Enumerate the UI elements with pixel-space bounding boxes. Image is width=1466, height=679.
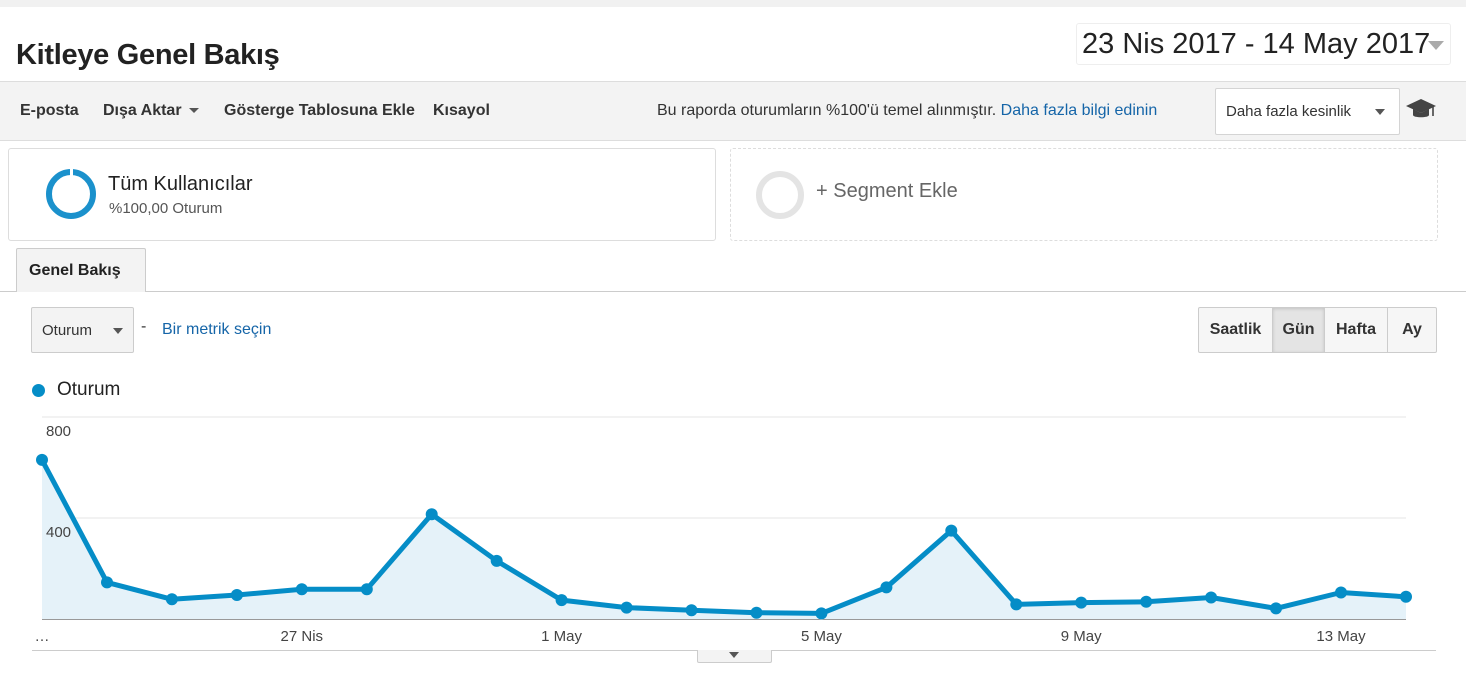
- tab-divider: [0, 291, 1466, 292]
- data-point[interactable]: [230, 589, 243, 601]
- x-tick-label: 1 May: [541, 628, 582, 645]
- x-tick-label: 9 May: [1061, 628, 1102, 645]
- learn-more-link[interactable]: Daha fazla bilgi edinin: [1001, 102, 1158, 119]
- data-point[interactable]: [295, 583, 308, 596]
- series-line: [39, 458, 1407, 616]
- data-point[interactable]: [945, 524, 958, 537]
- choose-metric-link[interactable]: Bir metrik seçin: [162, 321, 271, 339]
- x-tick-label: 27 Nis: [281, 628, 324, 645]
- data-point[interactable]: [1140, 595, 1153, 608]
- export-label: Dışa Aktar: [103, 102, 182, 119]
- chevron-down-icon: [1428, 41, 1444, 50]
- add-segment-label: + Segment Ekle: [816, 180, 958, 202]
- legend-marker: [32, 384, 45, 397]
- graduation-cap-icon[interactable]: [1405, 96, 1437, 122]
- segment-subtitle: %100,00 Oturum: [109, 200, 223, 217]
- legend-label: Oturum: [57, 379, 121, 400]
- x-tick-label: 5 May: [801, 628, 842, 645]
- page-title: Kitleye Genel Bakış: [16, 39, 280, 71]
- empty-ring-icon: [756, 171, 804, 219]
- data-point[interactable]: [555, 594, 568, 607]
- add-to-dashboard-button[interactable]: Gösterge Tablosuna Ekle: [224, 102, 415, 120]
- granularity-day-button[interactable]: Gün: [1273, 308, 1325, 352]
- data-point[interactable]: [685, 604, 698, 617]
- data-point[interactable]: [1270, 602, 1282, 615]
- data-point[interactable]: [490, 554, 503, 567]
- chevron-down-icon: [113, 328, 123, 334]
- data-point[interactable]: [360, 583, 373, 596]
- granularity-month-button[interactable]: Ay: [1388, 308, 1436, 352]
- y-tick-label: 800: [46, 423, 71, 440]
- granularity-switcher: Saatlik Gün Hafta Ay: [1198, 307, 1437, 353]
- precision-select[interactable]: Daha fazla kesinlik: [1215, 88, 1400, 135]
- data-point[interactable]: [36, 453, 48, 466]
- granularity-hourly-button[interactable]: Saatlik: [1199, 308, 1273, 352]
- segment-ring-icon: [46, 168, 96, 219]
- y-tick-label: 400: [46, 524, 71, 541]
- shortcut-button[interactable]: Kısayol: [433, 102, 490, 120]
- data-point[interactable]: [1335, 586, 1347, 599]
- data-point[interactable]: [1075, 596, 1088, 609]
- sessions-chart: 400 800 … 27 Nis 1 May 5 May 9 May 13 May: [35, 416, 1412, 645]
- granularity-week-button[interactable]: Hafta: [1325, 308, 1388, 352]
- data-point[interactable]: [1205, 591, 1218, 604]
- data-point[interactable]: [101, 576, 113, 589]
- tab-overview[interactable]: Genel Bakış: [16, 248, 146, 292]
- sampling-text: Bu raporda oturumların %100'ü temel alın…: [657, 102, 997, 119]
- tab-overview-label: Genel Bakış: [29, 262, 121, 279]
- chevron-down-icon: [729, 652, 739, 658]
- data-point[interactable]: [1010, 598, 1023, 611]
- add-segment-button[interactable]: + Segment Ekle: [730, 148, 1438, 241]
- email-button[interactable]: E-posta: [20, 102, 79, 120]
- chart-expand-button[interactable]: [697, 650, 772, 663]
- metric-separator: -: [141, 318, 147, 335]
- export-button[interactable]: Dışa Aktar: [103, 102, 199, 120]
- data-point[interactable]: [750, 606, 763, 619]
- chevron-down-icon: [1375, 109, 1385, 115]
- report-toolbar: E-posta Dışa Aktar Gösterge Tablosuna Ek…: [0, 82, 1466, 141]
- metric-select[interactable]: Oturum: [31, 307, 134, 353]
- data-point[interactable]: [165, 593, 178, 606]
- x-tick-label: …: [35, 628, 50, 645]
- top-strip: [0, 0, 1466, 7]
- data-point[interactable]: [880, 581, 893, 594]
- x-tick-label: 13 May: [1316, 628, 1366, 645]
- precision-select-label: Daha fazla kesinlik: [1226, 103, 1352, 120]
- data-point[interactable]: [620, 601, 633, 614]
- data-point[interactable]: [815, 607, 828, 620]
- caret-down-icon: [188, 108, 199, 114]
- segment-all-users[interactable]: Tüm Kullanıcılar %100,00 Oturum: [8, 148, 716, 241]
- data-point[interactable]: [1400, 590, 1412, 603]
- sampling-notice: Bu raporda oturumların %100'ü temel alın…: [657, 102, 1157, 120]
- date-range-picker[interactable]: 23 Nis 2017 - 14 May 2017: [1076, 23, 1451, 65]
- report-header: Kitleye Genel Bakış 23 Nis 2017 - 14 May…: [0, 7, 1466, 82]
- segment-title: Tüm Kullanıcılar: [108, 173, 253, 195]
- date-range-label: 23 Nis 2017 - 14 May 2017: [1082, 28, 1431, 60]
- data-point[interactable]: [425, 508, 438, 521]
- metric-select-label: Oturum: [42, 322, 93, 339]
